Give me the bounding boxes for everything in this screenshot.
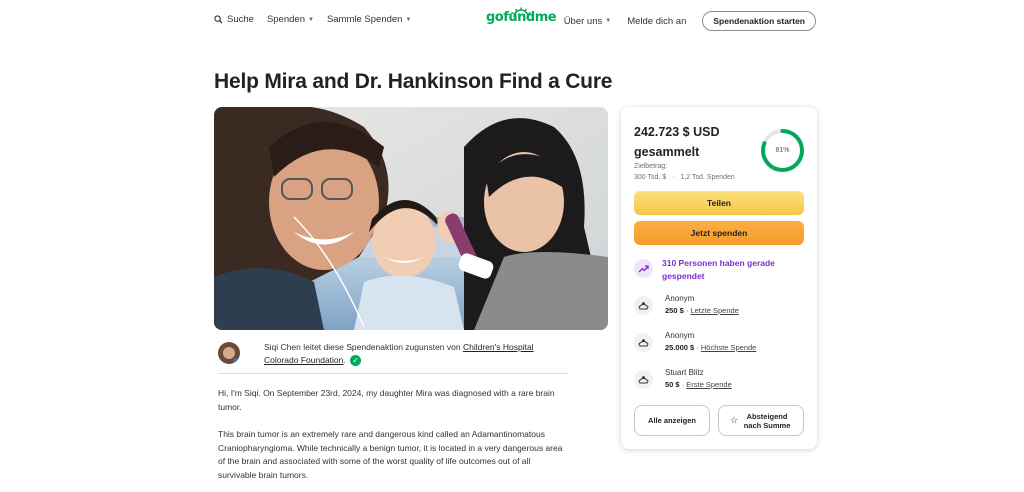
donor-separator: · [685, 306, 689, 315]
chevron-down-icon: ▼ [405, 16, 412, 23]
donor-hand-icon [634, 333, 653, 352]
gofundme-logo[interactable]: gofundme [486, 10, 557, 25]
story-text: Hi, I'm Siqi. On September 23rd, 2024, m… [218, 387, 570, 492]
organizer-prefix: Siqi Chen leitet diese Spendenaktion zug… [264, 342, 461, 352]
donor-separator: · [681, 380, 685, 389]
donor-detail: 25.000 $ · Höchste Spende [665, 342, 756, 354]
goal-label: Zielbetrag: [634, 163, 668, 170]
avatar-badge [233, 358, 240, 363]
amount-raised: 242.723 $ USD gesammelt [634, 125, 720, 159]
list-item: Anonym 250 $ · Letzte Spende [634, 293, 809, 317]
donor-detail: 250 $ · Letzte Spende [665, 305, 739, 317]
about-menu-label: Über uns [563, 15, 603, 27]
organizer-text: Siqi Chen leitet diese Spendenaktion zug… [264, 342, 534, 367]
search-link[interactable]: Suche [214, 14, 254, 25]
donor-amount: 25.000 $ [665, 343, 695, 352]
fundraise-menu[interactable]: Sammle Spenden ▼ [327, 14, 411, 25]
donor-name: Anonym [665, 294, 695, 303]
goal-separator: · [672, 174, 675, 181]
trending-up-icon [634, 259, 653, 278]
goal-line: 300 Tsd. $ · 1,2 Tsd. Spenden [634, 172, 735, 183]
donor-detail: 50 $ · Erste Spende [665, 379, 732, 391]
verified-check-icon: ✓ [350, 355, 362, 367]
share-button[interactable]: Teilen [634, 191, 804, 215]
nav-left: Suche Spenden ▼ Sammle Spenden ▼ [214, 14, 424, 25]
divider [218, 373, 568, 374]
trending-text: 310 Personen haben gerade gespendet [662, 258, 775, 281]
donor-amount: 250 $ [665, 306, 684, 315]
donation-card: 242.723 $ USD gesammelt Zielbetrag: 300 … [621, 107, 817, 449]
see-all-button[interactable]: Alle anzeigen [634, 405, 710, 436]
sign-in-link[interactable]: Melde dich an [627, 16, 686, 27]
search-icon [214, 15, 223, 24]
donate-now-button[interactable]: Jetzt spenden [634, 221, 804, 245]
donor-tag[interactable]: Erste Spende [686, 380, 731, 389]
story-paragraph: This brain tumor is an extremely rare an… [218, 429, 563, 480]
donor-name: Anonym [665, 331, 695, 340]
story-paragraph: Hi, I'm Siqi. On September 23rd, 2024, m… [218, 388, 555, 412]
avatar[interactable] [218, 342, 240, 364]
donations-count: 1,2 Tsd. Spenden [680, 174, 735, 181]
donate-menu[interactable]: Spenden ▼ [267, 14, 314, 25]
donor-tag[interactable]: Höchste Spende [701, 343, 756, 352]
page-title: Help Mira and Dr. Hankinson Find a Cure [214, 70, 613, 93]
donor-amount: 50 $ [665, 380, 680, 389]
start-fundraiser-button[interactable]: Spendenaktion starten [702, 11, 816, 31]
top-navigation: Suche Spenden ▼ Sammle Spenden ▼ gofundm… [0, 0, 1024, 42]
donor-tag[interactable]: Letzte Spende [690, 306, 738, 315]
donor-name: Stuart Blitz [665, 368, 704, 377]
list-item: Stuart Blitz 50 $ · Erste Spende [634, 367, 809, 391]
progress-label: 81% [775, 147, 790, 154]
list-item: Anonym 25.000 $ · Höchste Spende [634, 330, 809, 354]
campaign-photo [214, 107, 608, 330]
about-menu[interactable]: Über uns ▼ [564, 16, 612, 27]
see-all-label: Alle anzeigen [648, 416, 696, 425]
avatar-face [223, 347, 235, 359]
campaign-photo-illustration [214, 107, 608, 330]
chevron-down-icon: ▼ [307, 16, 314, 23]
organizer-info: Siqi Chen leitet diese Spendenaktion zug… [218, 341, 568, 367]
donor-hand-icon [634, 370, 653, 389]
trending-notice: 310 Personen haben gerade gespendet [634, 257, 809, 283]
donor-hand-icon [634, 296, 653, 315]
search-label: Suche [227, 14, 254, 25]
nav-right: Über uns ▼ Melde dich an Spendenaktion s… [564, 11, 816, 31]
fundraise-menu-label: Sammle Spenden [326, 14, 403, 25]
see-top-button[interactable]: ☆ Absteigend nach Summe [718, 405, 804, 436]
chevron-down-icon: ▼ [605, 18, 612, 24]
goal-value: 300 Tsd. $ [634, 174, 667, 181]
see-top-label: Absteigend nach Summe [743, 411, 791, 430]
star-icon: ☆ [729, 415, 739, 425]
donate-menu-label: Spenden [266, 14, 305, 25]
donor-separator: · [696, 343, 699, 352]
